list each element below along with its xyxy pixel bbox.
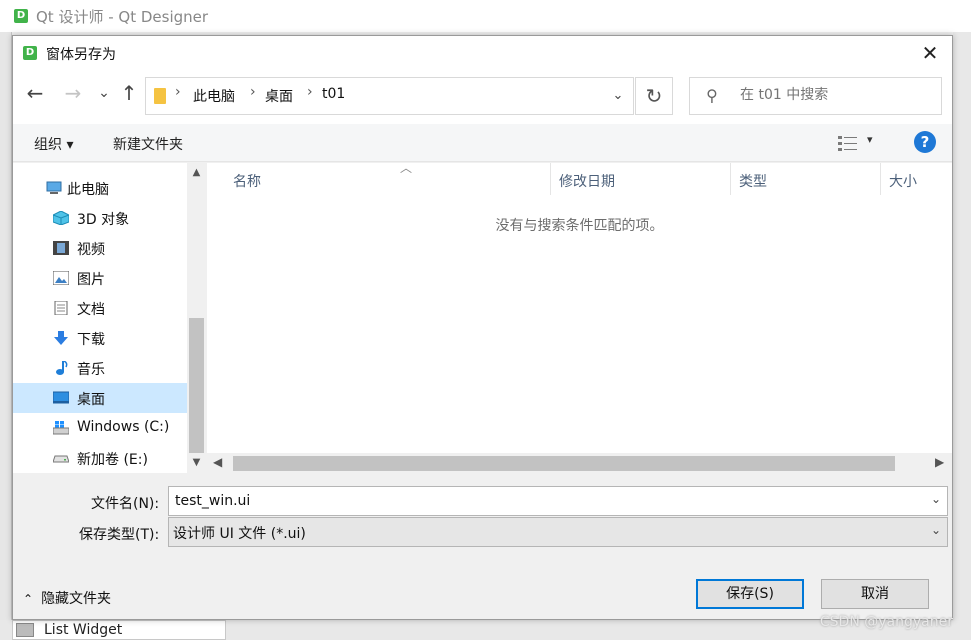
dialog-titlebar: D 窗体另存为 ✕ bbox=[13, 36, 952, 70]
address-row: ← → ⌄ ↑ › 此电脑 › 桌面 › t01 ⌄ ↻ ⚲ bbox=[13, 70, 952, 124]
nav-item-documents[interactable]: 文档 bbox=[13, 293, 187, 323]
search-input[interactable] bbox=[738, 86, 928, 104]
save-as-dialog: D 窗体另存为 ✕ ← → ⌄ ↑ › 此电脑 › 桌面 › t01 ⌄ ↻ ⚲… bbox=[12, 35, 953, 620]
nav-item-label: 新加卷 (E:) bbox=[77, 452, 148, 468]
background-right-panel bbox=[953, 32, 971, 640]
film-icon bbox=[53, 241, 69, 255]
nav-item-label: 下载 bbox=[77, 332, 105, 348]
scroll-up-arrow-icon[interactable]: ▲ bbox=[187, 167, 206, 178]
view-options-dropdown[interactable]: ▾ bbox=[867, 133, 873, 146]
watermark-text: CSDN @yangyaner bbox=[819, 614, 953, 630]
nav-item-label: 此电脑 bbox=[67, 182, 109, 198]
search-box[interactable]: ⚲ bbox=[689, 77, 942, 115]
address-bar[interactable]: › 此电脑 › 桌面 › t01 ⌄ bbox=[145, 77, 634, 115]
nav-item-label: 视频 bbox=[77, 242, 105, 258]
nav-item-desktop[interactable]: 桌面 bbox=[13, 383, 187, 413]
nav-item-downloads[interactable]: 下载 bbox=[13, 323, 187, 353]
column-header-size[interactable]: 大小 bbox=[881, 163, 952, 195]
folder-icon bbox=[154, 88, 166, 104]
navigation-pane: 此电脑 3D 对象 视频 图片 文档 下载 音乐 桌面 Windows (C:)… bbox=[13, 163, 206, 473]
back-button[interactable]: ← bbox=[22, 81, 48, 105]
nav-item-label: Windows (C:) bbox=[77, 419, 170, 435]
column-header-label: 类型 bbox=[739, 174, 767, 190]
nav-item-label: 图片 bbox=[77, 272, 105, 288]
background-window-title: Qt 设计师 - Qt Designer bbox=[36, 8, 209, 26]
organize-button[interactable]: 组织 ▾ bbox=[34, 134, 73, 154]
background-left-panel bbox=[0, 32, 12, 640]
nav-item-drive-c[interactable]: Windows (C:) bbox=[13, 413, 187, 443]
file-list-horizontal-scrollbar[interactable]: ◀ ▶ bbox=[207, 453, 952, 473]
sort-ascending-icon: ︿ bbox=[400, 161, 413, 175]
picture-icon bbox=[53, 271, 69, 285]
breadcrumb-t01[interactable]: t01 bbox=[322, 86, 345, 102]
column-header-label: 修改日期 bbox=[559, 174, 615, 190]
breadcrumb-separator: › bbox=[250, 84, 256, 100]
scroll-down-arrow-icon[interactable]: ▼ bbox=[187, 457, 206, 468]
breadcrumb-this-pc[interactable]: 此电脑 bbox=[193, 86, 235, 106]
download-icon bbox=[54, 331, 68, 345]
filename-field[interactable]: ⌄ bbox=[168, 486, 948, 516]
qt-designer-app-icon: D bbox=[14, 9, 28, 23]
nav-item-music[interactable]: 音乐 bbox=[13, 353, 187, 383]
cancel-button[interactable]: 取消 bbox=[821, 579, 929, 609]
drive-e-icon bbox=[53, 455, 69, 463]
address-dropdown-button[interactable]: ⌄ bbox=[603, 78, 633, 114]
chevron-down-icon[interactable]: ⌄ bbox=[931, 523, 941, 537]
nav-item-this-pc[interactable]: 此电脑 bbox=[13, 173, 187, 203]
chevron-up-icon: ⌃ bbox=[23, 592, 34, 606]
search-icon: ⚲ bbox=[706, 86, 718, 105]
scroll-left-arrow-icon[interactable]: ◀ bbox=[213, 455, 222, 469]
column-header-label: 名称 bbox=[233, 174, 261, 190]
hide-folders-toggle[interactable]: ⌃ 隐藏文件夹 bbox=[23, 588, 111, 608]
list-widget-icon bbox=[16, 623, 34, 637]
nav-item-label: 3D 对象 bbox=[77, 212, 130, 228]
save-button[interactable]: 保存(S) bbox=[696, 579, 804, 609]
document-icon bbox=[54, 301, 68, 315]
close-button[interactable]: ✕ bbox=[912, 38, 948, 68]
details-view-icon[interactable] bbox=[837, 134, 859, 152]
scroll-right-arrow-icon[interactable]: ▶ bbox=[935, 455, 944, 469]
forward-button[interactable]: → bbox=[60, 81, 86, 105]
nav-pane-scrollbar[interactable]: ▲ ▼ bbox=[187, 163, 206, 473]
file-list-pane: ︿ 名称 修改日期 类型 大小 没有与搜索条件匹配的项。 ◀ ▶ bbox=[207, 161, 952, 473]
nav-item-3d-objects[interactable]: 3D 对象 bbox=[13, 203, 187, 233]
empty-folder-message: 没有与搜索条件匹配的项。 bbox=[495, 218, 664, 234]
nav-item-label: 文档 bbox=[77, 302, 105, 318]
list-widget-label: List Widget bbox=[44, 622, 123, 638]
file-list-scroll-thumb[interactable] bbox=[233, 456, 895, 471]
desktop-icon bbox=[53, 391, 69, 404]
nav-item-label: 桌面 bbox=[77, 392, 105, 408]
nav-item-drive-e[interactable]: 新加卷 (E:) bbox=[13, 443, 187, 473]
nav-item-videos[interactable]: 视频 bbox=[13, 233, 187, 263]
command-toolbar: 组织 ▾ 新建文件夹 ▾ ? bbox=[13, 124, 952, 162]
cube-icon bbox=[53, 211, 69, 225]
dialog-app-icon: D bbox=[23, 46, 37, 60]
column-header-date-modified[interactable]: 修改日期 bbox=[551, 163, 731, 195]
dialog-title: 窗体另存为 bbox=[46, 47, 116, 63]
column-header-label: 大小 bbox=[889, 174, 917, 190]
hide-folders-label: 隐藏文件夹 bbox=[41, 591, 112, 607]
drive-c-icon bbox=[53, 421, 69, 435]
nav-item-label: 音乐 bbox=[77, 362, 105, 378]
up-button[interactable]: ↑ bbox=[116, 81, 142, 105]
new-folder-button[interactable]: 新建文件夹 bbox=[113, 134, 183, 154]
filetype-label: 保存类型(T): bbox=[79, 527, 160, 543]
recent-locations-button[interactable]: ⌄ bbox=[91, 81, 117, 105]
help-icon[interactable]: ? bbox=[914, 131, 936, 153]
nav-pane-scroll-thumb[interactable] bbox=[189, 318, 204, 453]
breadcrumb-separator: › bbox=[307, 84, 313, 100]
breadcrumb-desktop[interactable]: 桌面 bbox=[265, 86, 293, 106]
nav-item-pictures[interactable]: 图片 bbox=[13, 263, 187, 293]
column-header-type[interactable]: 类型 bbox=[731, 163, 881, 195]
filetype-select[interactable]: 设计师 UI 文件 (*.ui) ⌄ bbox=[168, 517, 948, 547]
breadcrumb-separator: › bbox=[175, 84, 181, 100]
filename-label: 文件名(N): bbox=[91, 496, 160, 512]
filename-input[interactable] bbox=[173, 492, 913, 510]
chevron-down-icon[interactable]: ⌄ bbox=[931, 492, 941, 506]
music-icon bbox=[56, 361, 68, 375]
filetype-selected-value: 设计师 UI 文件 (*.ui) bbox=[173, 526, 306, 542]
column-header-name[interactable]: ︿ 名称 bbox=[225, 161, 551, 195]
computer-icon bbox=[46, 181, 62, 194]
refresh-button[interactable]: ↻ bbox=[635, 77, 673, 115]
